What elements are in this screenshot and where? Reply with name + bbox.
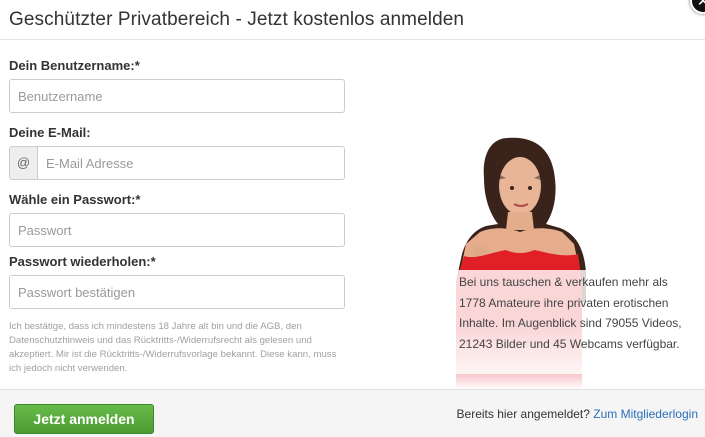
email-input[interactable] [38, 147, 344, 179]
modal-title: Geschützter Privatbereich - Jetzt kosten… [9, 9, 465, 30]
promo-text-part-5: Webcams verfügbar. [566, 336, 680, 351]
password-label: Wähle ein Passwort:* [9, 192, 141, 207]
email-label: Deine E-Mail: [9, 125, 91, 140]
amateur-count: 1778 [459, 295, 486, 310]
image-count: 21243 [459, 336, 493, 351]
already-registered-text: Bereits hier angemeldet? [456, 407, 590, 421]
member-login-link[interactable]: Zum Mitgliederlogin [593, 407, 698, 421]
password-input[interactable] [9, 213, 345, 247]
video-count: 79055 [605, 316, 639, 330]
promo-text-part-1: Bei uns tauschen & verkaufen mehr als [459, 275, 668, 289]
webcam-count: 45 [553, 336, 567, 351]
register-button[interactable]: Jetzt anmelden [14, 404, 154, 434]
promo-text: Bei uns tauschen & verkaufen mehr als 17… [459, 272, 697, 354]
password-repeat-input[interactable] [9, 275, 345, 309]
username-label: Dein Benutzername:* [9, 58, 140, 73]
promo-text-box: Bei uns tauschen & verkaufen mehr als 17… [447, 270, 705, 374]
terms-text: Ich bestätige, dass ich mindestens 18 Ja… [9, 321, 337, 374]
login-prompt: Bereits hier angemeldet? Zum Mitgliederl… [457, 407, 698, 421]
username-input[interactable] [9, 79, 345, 113]
promo-text-part-3: Videos, [638, 316, 682, 330]
at-sign-icon: @ [10, 147, 38, 179]
modal-footer: Jetzt anmelden Bereits hier angemeldet? … [0, 389, 705, 437]
promo-text-part-4: Bilder und [492, 336, 554, 351]
modal-header: Geschützter Privatbereich - Jetzt kosten… [0, 0, 705, 40]
email-field: @ [9, 146, 345, 180]
password-repeat-label: Passwort wiederholen:* [9, 254, 156, 269]
